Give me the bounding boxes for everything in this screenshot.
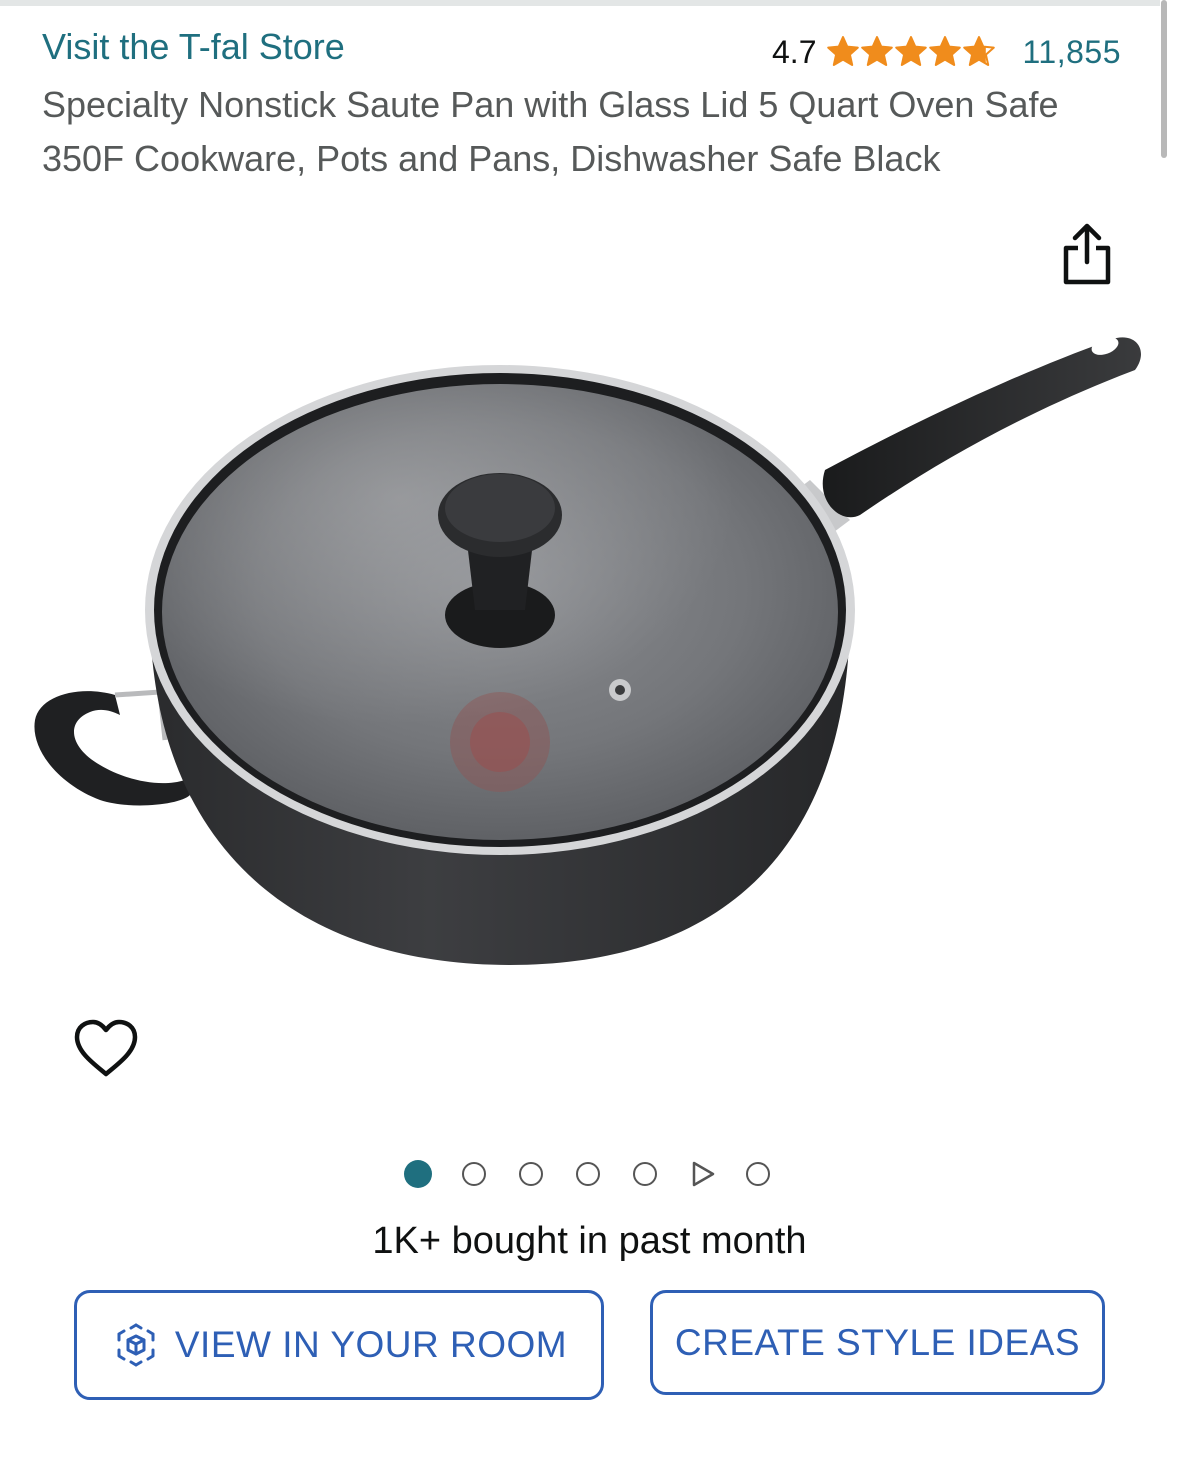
- star-icon: [861, 36, 894, 66]
- heart-icon: [74, 1019, 138, 1077]
- image-carousel-indicator[interactable]: [404, 1158, 803, 1190]
- carousel-video-indicator-icon[interactable]: [690, 1161, 716, 1187]
- star-icon: [929, 36, 962, 66]
- cube-ar-icon: [117, 1323, 155, 1367]
- carousel-dot[interactable]: [633, 1162, 657, 1186]
- carousel-dot[interactable]: [746, 1162, 770, 1186]
- top-divider: [0, 0, 1160, 6]
- share-icon: [1063, 223, 1111, 285]
- rating-summary[interactable]: 4.7 11,855: [772, 30, 1121, 74]
- wishlist-button[interactable]: [72, 1018, 140, 1080]
- carousel-dot[interactable]: [462, 1162, 486, 1186]
- view-in-your-room-label: VIEW IN YOUR ROOM: [174, 1324, 568, 1365]
- carousel-dot[interactable]: [519, 1162, 543, 1186]
- carousel-dot[interactable]: [576, 1162, 600, 1186]
- star-icon: [963, 36, 996, 66]
- create-style-ideas-button[interactable]: CREATE STYLE IDEAS: [650, 1290, 1105, 1395]
- view-in-your-room-button[interactable]: VIEW IN YOUR ROOM: [74, 1290, 604, 1400]
- bought-in-past-month: 1K+ bought in past month: [372, 1220, 807, 1262]
- carousel-dot-active[interactable]: [404, 1160, 432, 1188]
- review-count-link[interactable]: 11,855: [1022, 34, 1121, 71]
- share-button[interactable]: [1058, 222, 1116, 288]
- product-title: Specialty Nonstick Saute Pan with Glass …: [42, 84, 1059, 179]
- star-icon: [895, 36, 928, 66]
- star-icon: [827, 36, 860, 66]
- saute-pan-image: [34, 337, 1141, 965]
- product-image[interactable]: [20, 310, 1160, 980]
- visit-store-link[interactable]: Visit the T-fal Store: [42, 26, 345, 68]
- star-rating: [826, 35, 996, 69]
- create-style-ideas-label: CREATE STYLE IDEAS: [674, 1321, 1081, 1363]
- rating-value: 4.7: [772, 33, 817, 70]
- scrollbar[interactable]: [1161, 0, 1167, 158]
